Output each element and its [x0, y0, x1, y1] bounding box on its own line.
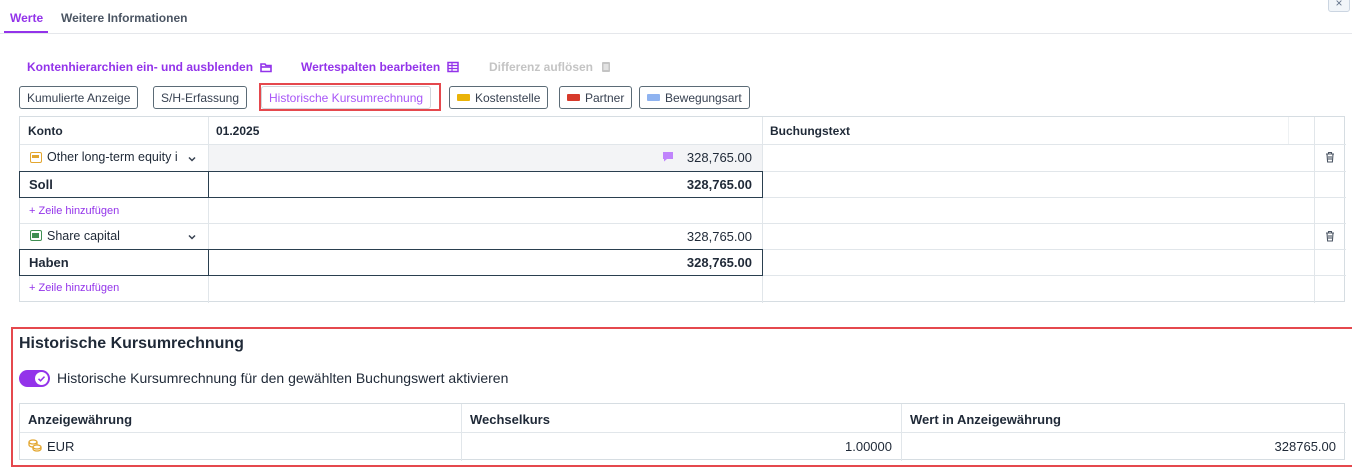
account-icon — [30, 230, 42, 241]
chip-label: Partner — [585, 90, 625, 105]
account-icon — [30, 152, 42, 163]
trash-icon[interactable] — [1324, 230, 1336, 242]
tab-weitere-informationen[interactable]: Weitere Informationen — [61, 11, 187, 25]
edit-columns-label: Wertespalten bearbeiten — [301, 60, 441, 74]
chevron-down-icon[interactable] — [187, 154, 197, 164]
historic-conversion-toggle-label: Historische Kursumrechnung für den gewäh… — [57, 370, 509, 386]
check-icon — [37, 376, 46, 382]
add-row-haben-link[interactable]: + Zeile hinzufügen — [29, 282, 119, 294]
document-icon — [602, 62, 611, 72]
chip-label: Historische Kursumrechnung — [269, 90, 424, 105]
soll-total-label: Soll — [29, 177, 53, 192]
historic-conversion-title: Historische Kursumrechnung — [19, 335, 244, 352]
chip-label: Kumulierte Anzeige — [27, 90, 131, 105]
account-select-haben[interactable]: Share capital — [47, 229, 120, 243]
resolve-difference-button[interactable]: Differenz auflösen — [489, 60, 612, 74]
toggle-hierarchies-button[interactable]: Kontenhierarchien ein- und ausblenden — [27, 60, 272, 74]
toggle-hierarchies-label: Kontenhierarchien ein- und ausblenden — [27, 60, 254, 74]
soll-amount[interactable]: 328,765.00 — [580, 150, 752, 165]
chip-partner[interactable]: Partner — [559, 86, 633, 109]
display-value-cell: 328765.00 — [1274, 439, 1336, 454]
chip-label: Kostenstelle — [475, 90, 541, 105]
currency-table: Anzeigewährung Wechselkurs Wert in Anzei… — [19, 403, 1346, 461]
column-header-buchungstext: Buchungstext — [770, 124, 851, 138]
column-header-konto: Konto — [28, 124, 63, 138]
folder-icon — [260, 63, 272, 73]
chip-bewegungsart[interactable]: Bewegungsart — [639, 86, 750, 109]
chevron-down-icon[interactable] — [187, 232, 197, 242]
edit-columns-button[interactable]: Wertespalten bearbeiten — [301, 60, 459, 74]
column-header-wechselkurs: Wechselkurs — [470, 412, 550, 427]
exchange-rate-cell[interactable]: 1.00000 — [620, 439, 892, 454]
historic-conversion-toggle[interactable] — [19, 370, 50, 387]
column-header-period: 01.2025 — [216, 124, 260, 138]
kostenstelle-swatch — [457, 94, 470, 101]
haben-total-amount: 328,765.00 — [686, 255, 752, 270]
currency-cell: EUR — [47, 439, 75, 454]
column-header-anzeigewaehrung: Anzeigewährung — [28, 412, 133, 427]
chip-label: Bewegungsart — [665, 90, 742, 105]
haben-amount[interactable]: 328,765.00 — [580, 229, 752, 244]
chip-label: S/H-Erfassung — [161, 90, 240, 105]
active-tab-indicator — [4, 31, 48, 33]
booking-table: Konto 01.2025 Buchungstext Other long-te… — [19, 116, 1346, 303]
trash-icon[interactable] — [1324, 151, 1336, 163]
bewegungsart-swatch — [647, 94, 660, 101]
tab-bar: Werte Weitere Informationen × — [0, 0, 1352, 34]
soll-total-amount: 328,765.00 — [686, 177, 752, 192]
toggle-knob — [35, 372, 48, 385]
haben-total-label: Haben — [29, 255, 69, 270]
columns-icon — [447, 61, 459, 73]
chip-kostenstelle[interactable]: Kostenstelle — [449, 86, 549, 109]
partner-swatch — [567, 94, 580, 101]
tab-werte[interactable]: Werte — [10, 11, 43, 25]
chip-sh-erfassung[interactable]: S/H-Erfassung — [153, 86, 248, 109]
chip-historische-kursumrechnung[interactable]: Historische Kursumrechnung — [261, 86, 432, 109]
chip-kumulierte-anzeige[interactable]: Kumulierte Anzeige — [19, 86, 139, 109]
close-button[interactable]: × — [1328, 0, 1350, 12]
resolve-difference-label: Differenz auflösen — [489, 60, 594, 74]
account-select-soll[interactable]: Other long-term equity i — [47, 150, 184, 164]
column-header-wert: Wert in Anzeigewährung — [910, 412, 1061, 427]
coins-icon — [28, 439, 42, 452]
add-row-soll-link[interactable]: + Zeile hinzufügen — [29, 205, 119, 217]
